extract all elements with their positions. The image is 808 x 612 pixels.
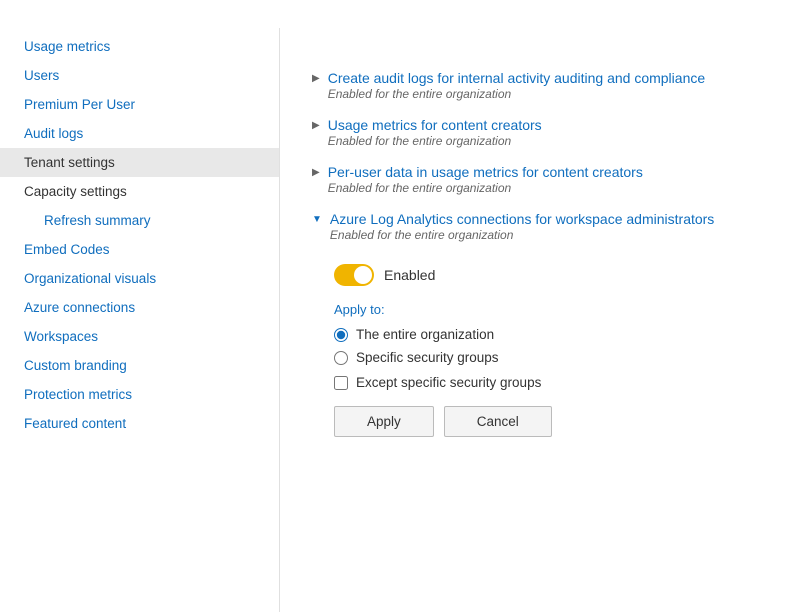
expanded-section: Enabled Apply to: The entire organization S…	[334, 256, 776, 445]
sidebar-item-label-featured-content: Featured content	[24, 416, 126, 431]
setting-subtitle-per-user-data: Enabled for the entire organization	[328, 181, 643, 195]
toggle-switch[interactable]	[334, 264, 374, 286]
setting-name-per-user-data: Per-user data in usage metrics for conte…	[328, 164, 643, 180]
sidebar-item-featured-content[interactable]: Featured content	[0, 409, 279, 438]
setting-info-azure-log-analytics: Azure Log Analytics connections for work…	[330, 211, 714, 242]
page-header	[0, 0, 808, 28]
setting-header-usage-metrics-creators[interactable]: ▶ Usage metrics for content creatorsEnabl…	[312, 113, 776, 152]
sidebar-item-refresh-summary[interactable]: Refresh summary	[0, 206, 279, 235]
setting-name-create-audit-logs: Create audit logs for internal activity …	[328, 70, 705, 86]
setting-header-per-user-data[interactable]: ▶ Per-user data in usage metrics for cont…	[312, 160, 776, 199]
sidebar-item-organizational-visuals[interactable]: Organizational visuals	[0, 264, 279, 293]
sidebar-item-label-users: Users	[24, 68, 59, 83]
toggle-row: Enabled	[334, 264, 776, 286]
sidebar-item-label-refresh-summary: Refresh summary	[44, 213, 151, 228]
sidebar-item-capacity-settings: Capacity settings	[0, 177, 279, 206]
radio-item-specific-groups[interactable]: Specific security groups	[334, 350, 776, 365]
setting-item-usage-metrics-creators: ▶ Usage metrics for content creatorsEnabl…	[312, 113, 776, 152]
setting-header-azure-log-analytics[interactable]: ▼ Azure Log Analytics connections for wor…	[312, 207, 776, 246]
toggle-label: Enabled	[384, 267, 435, 283]
apply-button[interactable]: Apply	[334, 406, 434, 437]
sidebar-item-label-usage-metrics: Usage metrics	[24, 39, 110, 54]
settings-list: ▶ Create audit logs for internal activity…	[312, 66, 776, 445]
sidebar-item-workspaces[interactable]: Workspaces	[0, 322, 279, 351]
setting-item-per-user-data: ▶ Per-user data in usage metrics for cont…	[312, 160, 776, 199]
sidebar: Usage metrics Users Premium Per User Audit …	[0, 28, 280, 612]
except-groups-checkbox-item[interactable]: Except specific security groups	[334, 375, 776, 390]
main-content: Usage metrics Users Premium Per User Audit …	[0, 28, 808, 612]
setting-info-usage-metrics-creators: Usage metrics for content creatorsEnable…	[328, 117, 542, 148]
sidebar-item-azure-connections[interactable]: Azure connections	[0, 293, 279, 322]
sidebar-item-label-custom-branding: Custom branding	[24, 358, 127, 373]
setting-item-azure-log-analytics: ▼ Azure Log Analytics connections for wor…	[312, 207, 776, 445]
setting-info-create-audit-logs: Create audit logs for internal activity …	[328, 70, 705, 101]
radio-label-entire-org: The entire organization	[356, 327, 494, 342]
setting-info-per-user-data: Per-user data in usage metrics for conte…	[328, 164, 643, 195]
sidebar-item-label-tenant-settings: Tenant settings	[24, 155, 115, 170]
sidebar-item-embed-codes[interactable]: Embed Codes	[0, 235, 279, 264]
sidebar-item-premium-per-user[interactable]: Premium Per User	[0, 90, 279, 119]
sidebar-item-protection-metrics[interactable]: Protection metrics	[0, 380, 279, 409]
sidebar-item-label-capacity-settings: Capacity settings	[24, 184, 127, 199]
sidebar-item-users[interactable]: Users	[0, 61, 279, 90]
setting-arrow-create-audit-logs: ▶	[312, 73, 320, 84]
setting-subtitle-azure-log-analytics: Enabled for the entire organization	[330, 228, 714, 242]
except-groups-label: Except specific security groups	[356, 375, 541, 390]
app-container: Usage metrics Users Premium Per User Audit …	[0, 0, 808, 612]
radio-item-entire-org[interactable]: The entire organization	[334, 327, 776, 342]
setting-arrow-usage-metrics-creators: ▶	[312, 120, 320, 131]
setting-subtitle-create-audit-logs: Enabled for the entire organization	[328, 87, 705, 101]
sidebar-item-audit-logs[interactable]: Audit logs	[0, 119, 279, 148]
cancel-button[interactable]: Cancel	[444, 406, 552, 437]
sidebar-item-label-azure-connections: Azure connections	[24, 300, 135, 315]
sidebar-item-tenant-settings[interactable]: Tenant settings	[0, 148, 279, 177]
sidebar-item-label-workspaces: Workspaces	[24, 329, 98, 344]
sidebar-item-label-premium-per-user: Premium Per User	[24, 97, 135, 112]
sidebar-item-label-protection-metrics: Protection metrics	[24, 387, 132, 402]
setting-item-create-audit-logs: ▶ Create audit logs for internal activity…	[312, 66, 776, 105]
setting-subtitle-usage-metrics-creators: Enabled for the entire organization	[328, 134, 542, 148]
radio-label-specific-groups: Specific security groups	[356, 350, 499, 365]
radio-group: The entire organization Specific security…	[334, 327, 776, 365]
button-row: Apply Cancel	[334, 406, 776, 437]
sidebar-item-label-audit-logs: Audit logs	[24, 126, 83, 141]
setting-header-create-audit-logs[interactable]: ▶ Create audit logs for internal activity…	[312, 66, 776, 105]
setting-arrow-per-user-data: ▶	[312, 167, 320, 178]
sidebar-item-label-embed-codes: Embed Codes	[24, 242, 110, 257]
sidebar-item-custom-branding[interactable]: Custom branding	[0, 351, 279, 380]
sidebar-item-usage-metrics[interactable]: Usage metrics	[0, 32, 279, 61]
sidebar-item-label-organizational-visuals: Organizational visuals	[24, 271, 156, 286]
content-panel: ▶ Create audit logs for internal activity…	[280, 28, 808, 612]
apply-to-label: Apply to:	[334, 302, 776, 317]
setting-arrow-azure-log-analytics: ▼	[312, 214, 322, 225]
setting-name-usage-metrics-creators: Usage metrics for content creators	[328, 117, 542, 133]
setting-name-azure-log-analytics: Azure Log Analytics connections for work…	[330, 211, 714, 227]
